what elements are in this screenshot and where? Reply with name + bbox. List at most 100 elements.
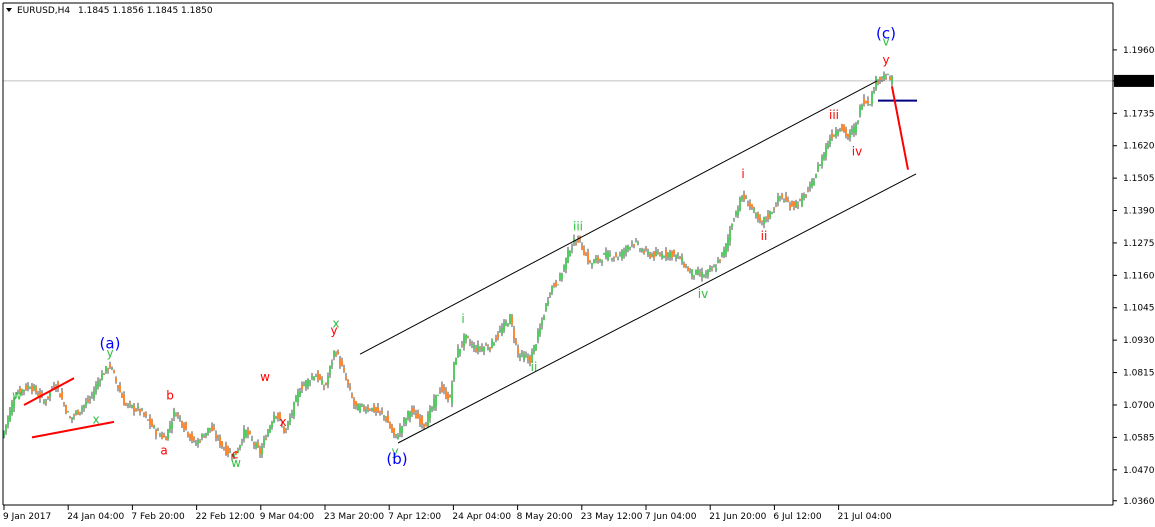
candle-body (497, 333, 499, 338)
candle-body (693, 275, 695, 277)
candle-body (465, 334, 467, 340)
candle-body (589, 261, 591, 263)
candle-body (575, 243, 577, 245)
candle-body (757, 212, 759, 220)
candle-body (771, 212, 773, 214)
candle-body (329, 365, 331, 375)
candle-body (373, 405, 375, 412)
candle-body (359, 405, 361, 412)
candle-body (533, 344, 535, 352)
candle-body (721, 252, 723, 257)
candle-body (669, 252, 671, 258)
candle-body (847, 134, 849, 138)
candle-body (381, 411, 383, 414)
candle-body (741, 196, 743, 200)
candle-body (489, 347, 491, 350)
candle-body (207, 427, 209, 434)
candle-body (681, 257, 683, 263)
candle-body (597, 256, 599, 261)
candle-body (175, 415, 177, 417)
chart[interactable]: 1.1850 wx(a)yba cwwxxyy(b)iiiiiiiviiiiiii… (0, 0, 1155, 527)
candle-body (313, 376, 315, 380)
candle-body (405, 418, 407, 425)
candle-body (763, 217, 765, 225)
candle-body (115, 378, 117, 382)
candle-body (699, 273, 701, 275)
candle-body (719, 259, 721, 262)
candle-body (471, 344, 473, 346)
candle-body (561, 274, 563, 279)
y-tick-label: 1.1160 (1123, 271, 1155, 281)
wave-label: iv (852, 145, 862, 159)
candle-body (799, 199, 801, 201)
candle-body (635, 241, 637, 243)
x-tick-label: 8 May 20:00 (517, 512, 573, 522)
candle-body (581, 245, 583, 250)
wave-label: y (330, 324, 337, 338)
candle-body (513, 329, 515, 340)
candle-body (171, 421, 173, 429)
candle-body (97, 381, 99, 387)
candle-body (195, 443, 197, 445)
candle-body (361, 403, 363, 406)
candle-body (403, 418, 405, 423)
candle-body (401, 426, 403, 434)
candle-body (725, 243, 727, 254)
candle-body (429, 408, 431, 419)
wave-label: i (741, 167, 744, 181)
candle-body (843, 124, 845, 132)
candle-body (91, 394, 93, 396)
candle-body (745, 197, 747, 199)
candle-body (289, 417, 291, 422)
candle-body (761, 220, 763, 222)
candle-body (325, 383, 327, 385)
candle-body (431, 407, 433, 410)
candle-body (819, 165, 821, 166)
candle-body (543, 315, 545, 320)
candle-body (485, 345, 487, 346)
candle-body (149, 417, 151, 425)
candle-body (113, 370, 115, 373)
candle-body (239, 445, 241, 449)
candle-body (665, 250, 667, 257)
candle-body (245, 430, 247, 437)
wave-label: x (92, 412, 99, 426)
candle-body (611, 259, 613, 261)
candle-body (351, 394, 353, 398)
candle-body (45, 401, 47, 403)
candle-body (547, 300, 549, 305)
candle-body (145, 413, 147, 416)
candle-body (273, 414, 275, 423)
candle-body (287, 422, 289, 427)
candle-body (805, 195, 807, 197)
candle-body (453, 362, 455, 380)
candle-body (821, 157, 823, 166)
candle-body (701, 271, 703, 278)
y-tick-label: 1.0815 (1123, 369, 1155, 379)
candle-body (643, 251, 645, 254)
candle-body (129, 402, 131, 404)
candle-body (385, 416, 387, 421)
candle-body (243, 429, 245, 440)
candle-body (679, 257, 681, 260)
candle-body (837, 131, 839, 135)
candle-body (813, 181, 815, 186)
candle-body (73, 415, 75, 416)
candle-body (391, 426, 393, 433)
candle-body (583, 249, 585, 256)
candle-body (275, 416, 277, 418)
candle-body (103, 374, 105, 376)
x-tick-label: 21 Jul 04:00 (838, 512, 892, 522)
candle-body (291, 412, 293, 415)
candle-body (349, 386, 351, 389)
candle-body (257, 442, 259, 448)
candle-body (523, 354, 525, 361)
candle-body (173, 410, 175, 417)
candle-body (425, 425, 427, 427)
candle-body (119, 386, 121, 393)
y-tick-label: 1.1505 (1123, 174, 1155, 184)
candle-body (259, 448, 261, 455)
wave-label: i (461, 312, 464, 326)
candle-body (553, 283, 555, 287)
candle-body (711, 268, 713, 270)
